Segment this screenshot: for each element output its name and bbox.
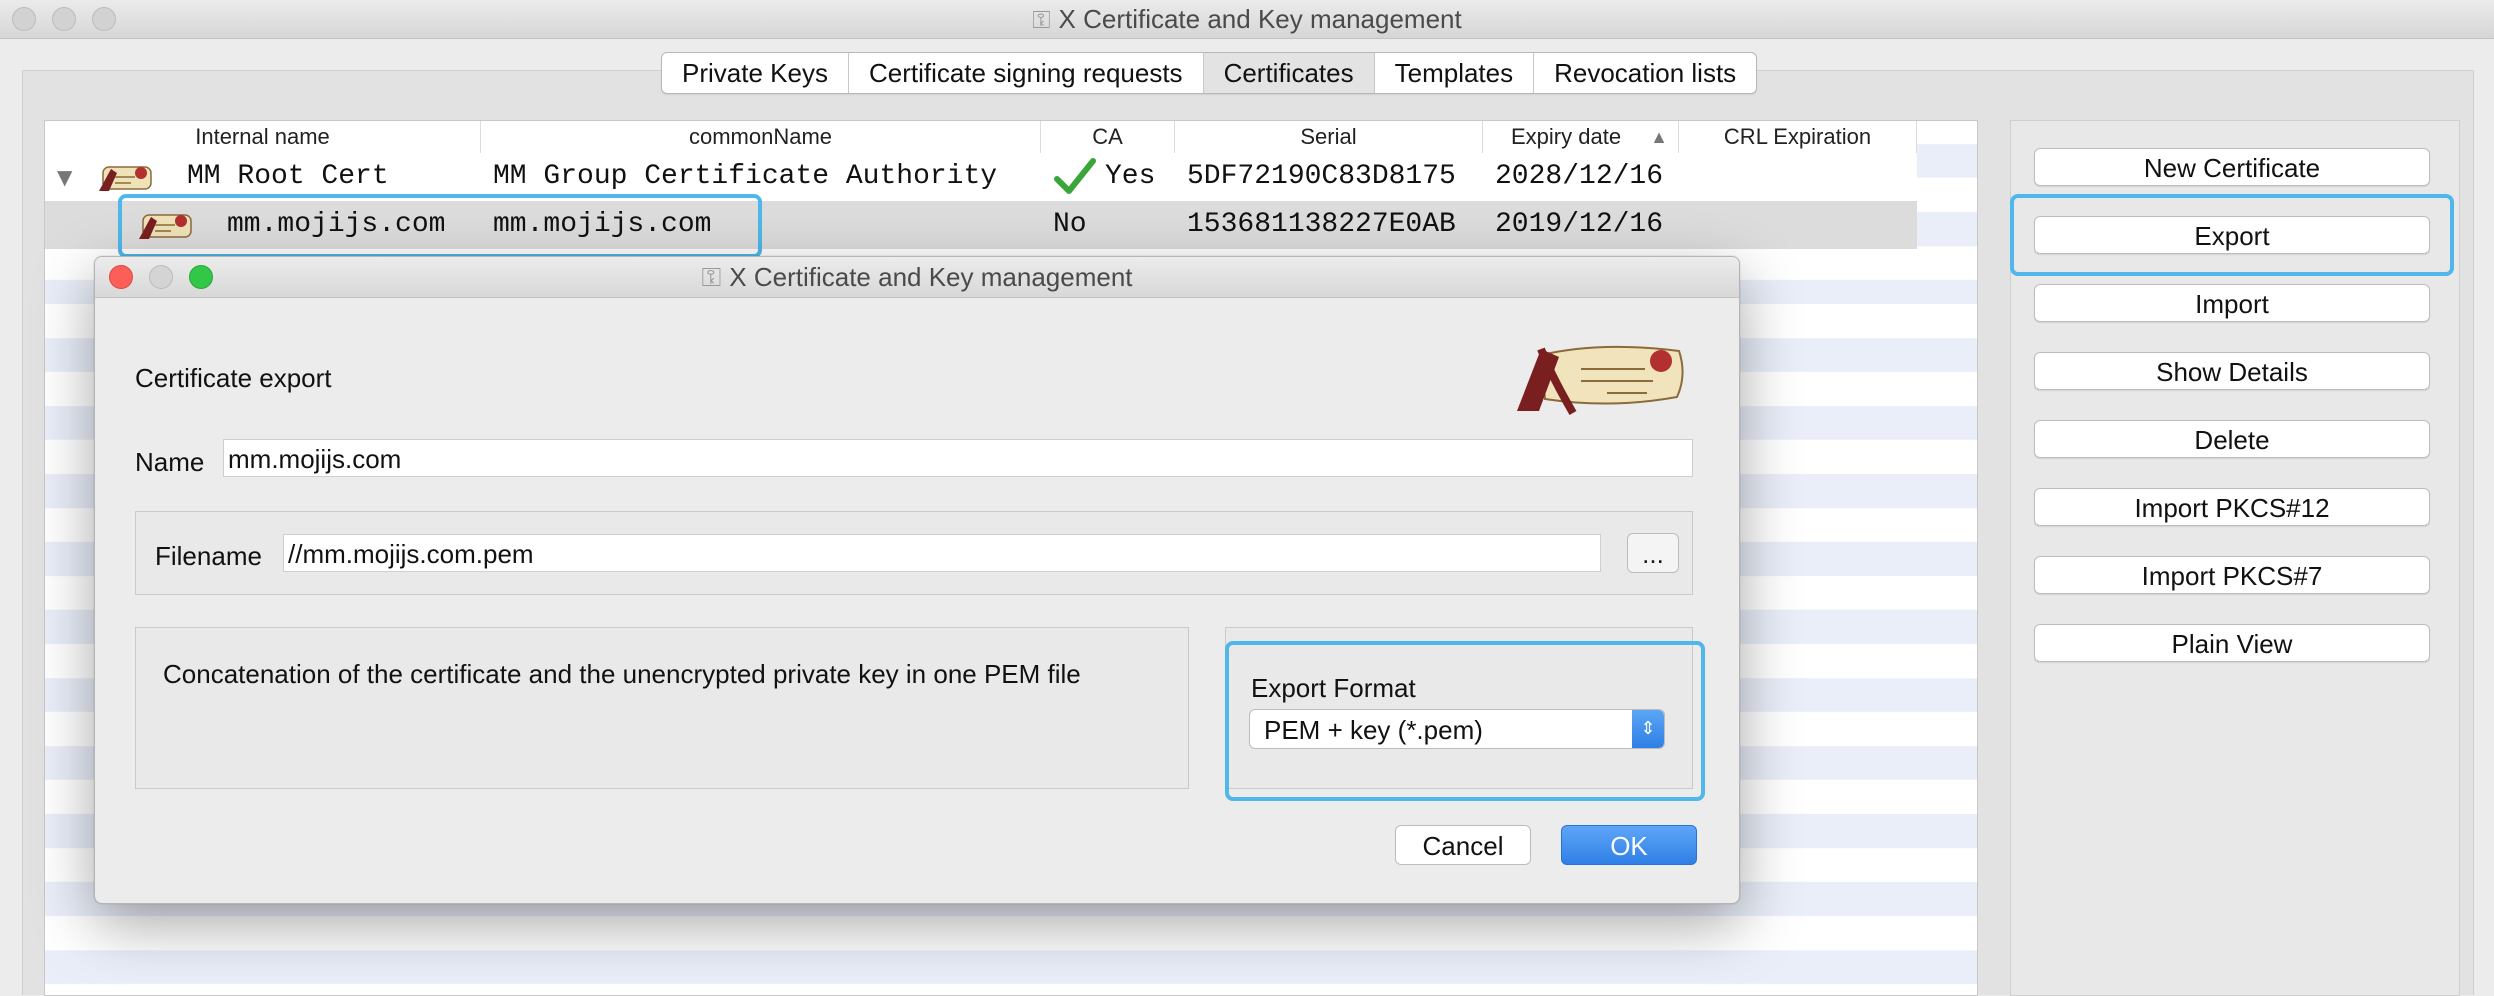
export-button-highlight <box>2010 194 2454 276</box>
import-pkcs12-button[interactable]: Import PKCS#12 <box>2034 488 2430 526</box>
tab-bar: Private Keys Certificate signing request… <box>661 52 1758 94</box>
sort-ascending-icon: ▲ <box>1650 127 1668 147</box>
browse-button[interactable]: ... <box>1627 533 1679 573</box>
import-pkcs7-button[interactable]: Import PKCS#7 <box>2034 556 2430 594</box>
plain-view-button[interactable]: Plain View <box>2034 624 2430 662</box>
expiry-date-header-label: Expiry date <box>1511 124 1622 149</box>
cell-serial: 153681138227E0AB <box>1187 209 1456 240</box>
cell-expiry: 2028/12/16 <box>1495 161 1664 192</box>
column-header-internal-name[interactable]: Internal name <box>45 121 481 153</box>
tab-certificates[interactable]: Certificates <box>1203 53 1375 93</box>
description-box <box>135 627 1189 789</box>
table-header: Internal name commonName CA Serial Expir… <box>45 121 1917 154</box>
dialog-heading: Certificate export <box>135 363 332 393</box>
window-title: ⚿ X Certificate and Key management <box>0 0 2494 38</box>
cell-expiry: 2019/12/16 <box>1495 209 1664 240</box>
format-description: Concatenation of the certificate and the… <box>163 659 1081 689</box>
column-header-serial[interactable]: Serial <box>1175 121 1483 153</box>
cell-ca: Yes <box>1105 161 1156 192</box>
tab-certificate-signing-requests[interactable]: Certificate signing requests <box>849 53 1204 93</box>
tab-private-keys[interactable]: Private Keys <box>662 53 849 93</box>
show-details-button[interactable]: Show Details <box>2034 352 2430 390</box>
name-label: Name <box>135 447 205 477</box>
certificate-icon <box>99 166 152 191</box>
key-icon: ⚿ <box>701 262 722 292</box>
selected-row-highlight <box>118 194 762 258</box>
xca-logo-icon <box>1517 345 1684 415</box>
window-title-text: X Certificate and Key management <box>1058 4 1462 34</box>
column-header-expiry-date[interactable]: Expiry date ▲ <box>1483 121 1679 153</box>
window-titlebar: ⚿ X Certificate and Key management <box>0 0 2494 39</box>
filename-field[interactable]: //mm.mojijs.com.pem <box>283 534 1601 572</box>
checkmark-icon <box>1054 158 1096 194</box>
cancel-button[interactable]: Cancel <box>1395 825 1531 865</box>
export-format-highlight <box>1225 641 1705 801</box>
tab-templates[interactable]: Templates <box>1375 53 1535 93</box>
disclosure-triangle-icon[interactable]: ▼ <box>57 153 72 201</box>
ok-button[interactable]: OK <box>1561 825 1697 865</box>
delete-button[interactable]: Delete <box>2034 420 2430 458</box>
dialog-title-text: X Certificate and Key management <box>729 262 1133 292</box>
key-icon: ⚿ <box>1032 7 1051 34</box>
column-header-common-name[interactable]: commonName <box>481 121 1041 153</box>
column-header-ca[interactable]: CA <box>1041 121 1175 153</box>
name-field[interactable]: mm.mojijs.com <box>223 439 1693 477</box>
filename-label: Filename <box>155 541 262 571</box>
dialog-title: ⚿ X Certificate and Key management <box>95 257 1739 297</box>
column-header-crl-expiration[interactable]: CRL Expiration <box>1679 121 1917 153</box>
cell-serial: 5DF72190C83D8175 <box>1187 161 1456 192</box>
import-button[interactable]: Import <box>2034 284 2430 322</box>
new-certificate-button[interactable]: New Certificate <box>2034 148 2430 186</box>
cell-ca: No <box>1053 209 1087 240</box>
dialog-titlebar: ⚿ X Certificate and Key management <box>95 257 1739 298</box>
tab-revocation-lists[interactable]: Revocation lists <box>1534 53 1756 93</box>
certificate-export-dialog: ⚿ X Certificate and Key management Certif… <box>94 256 1740 904</box>
